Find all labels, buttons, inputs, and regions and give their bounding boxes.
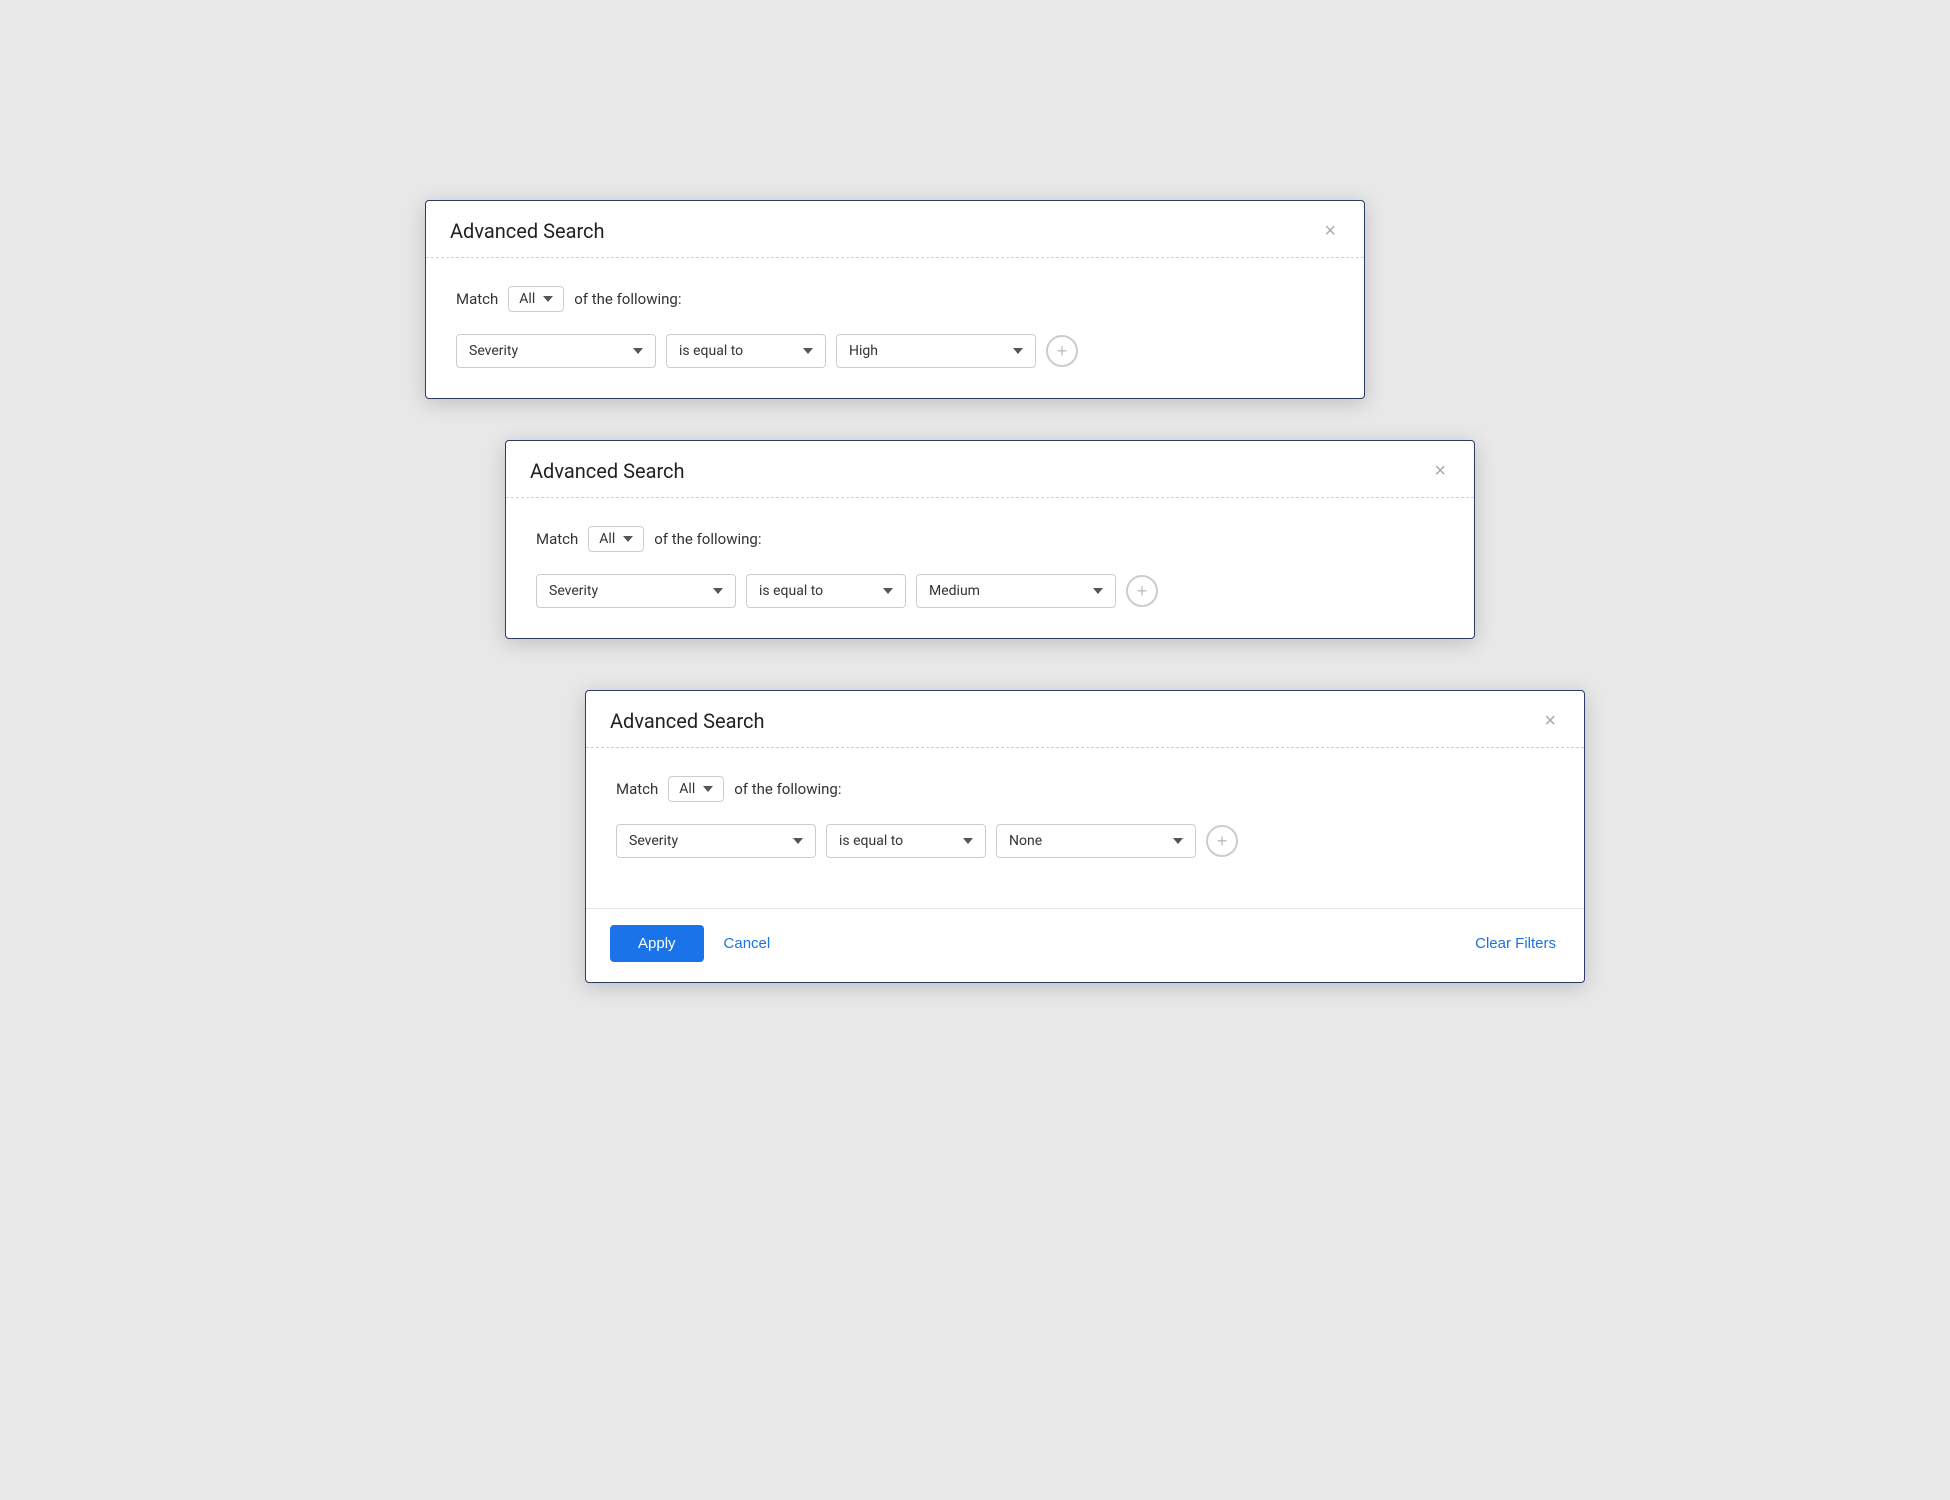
value-front: None: [1009, 833, 1042, 849]
add-icon-mid: +: [1137, 582, 1148, 600]
operator-chevron-mid: [883, 588, 893, 594]
match-value-front: All: [679, 781, 695, 797]
dialog-title-front: Advanced Search: [610, 709, 765, 733]
of-following-back: of the following:: [574, 290, 681, 308]
dialog-header-back: Advanced Search ×: [426, 201, 1364, 258]
value-chevron-mid: [1093, 588, 1103, 594]
match-select-mid[interactable]: All: [588, 526, 644, 552]
of-following-mid: of the following:: [654, 530, 761, 548]
add-icon-back: +: [1057, 342, 1068, 360]
dialog-back: Advanced Search × Match All of the follo…: [425, 200, 1365, 399]
cancel-button-front[interactable]: Cancel: [720, 925, 775, 962]
dialog-title-mid: Advanced Search: [530, 459, 685, 483]
match-chevron-front: [703, 786, 713, 792]
operator-value-mid: is equal to: [759, 583, 823, 599]
field-chevron-mid: [713, 588, 723, 594]
match-row-front: Match All of the following:: [616, 776, 1554, 802]
field-select-mid[interactable]: Severity: [536, 574, 736, 608]
match-chevron-mid: [623, 536, 633, 542]
field-chevron-back: [633, 348, 643, 354]
operator-chevron-front: [963, 838, 973, 844]
close-button-front[interactable]: ×: [1540, 711, 1560, 731]
value-chevron-front: [1173, 838, 1183, 844]
operator-chevron-back: [803, 348, 813, 354]
match-select-back[interactable]: All: [508, 286, 564, 312]
dialog-footer-front: Apply Cancel Clear Filters: [586, 908, 1584, 982]
value-select-back[interactable]: High: [836, 334, 1036, 368]
field-chevron-front: [793, 838, 803, 844]
operator-select-back[interactable]: is equal to: [666, 334, 826, 368]
dialog-body-mid: Match All of the following: Severity is …: [506, 498, 1474, 638]
value-mid: Medium: [929, 583, 980, 599]
filter-row-back: Severity is equal to High +: [456, 334, 1334, 368]
match-value-mid: All: [599, 531, 615, 547]
field-select-back[interactable]: Severity: [456, 334, 656, 368]
close-button-back[interactable]: ×: [1320, 221, 1340, 241]
field-value-front: Severity: [629, 833, 678, 849]
match-value-back: All: [519, 291, 535, 307]
filter-row-mid: Severity is equal to Medium +: [536, 574, 1444, 608]
value-select-front[interactable]: None: [996, 824, 1196, 858]
add-filter-mid[interactable]: +: [1126, 575, 1158, 607]
match-chevron-back: [543, 296, 553, 302]
value-select-mid[interactable]: Medium: [916, 574, 1116, 608]
match-label-mid: Match: [536, 530, 578, 548]
match-label-back: Match: [456, 290, 498, 308]
close-button-mid[interactable]: ×: [1430, 461, 1450, 481]
value-back: High: [849, 343, 878, 359]
field-select-front[interactable]: Severity: [616, 824, 816, 858]
field-value-mid: Severity: [549, 583, 598, 599]
value-chevron-back: [1013, 348, 1023, 354]
dialog-body-front: Match All of the following: Severity is …: [586, 748, 1584, 888]
dialog-header-front: Advanced Search ×: [586, 691, 1584, 748]
operator-value-back: is equal to: [679, 343, 743, 359]
add-filter-back[interactable]: +: [1046, 335, 1078, 367]
apply-button-front[interactable]: Apply: [610, 925, 704, 962]
operator-select-front[interactable]: is equal to: [826, 824, 986, 858]
match-select-front[interactable]: All: [668, 776, 724, 802]
dialog-body-back: Match All of the following: Severity is …: [426, 258, 1364, 398]
match-label-front: Match: [616, 780, 658, 798]
add-icon-front: +: [1217, 832, 1228, 850]
field-value-back: Severity: [469, 343, 518, 359]
dialog-header-mid: Advanced Search ×: [506, 441, 1474, 498]
dialog-title-back: Advanced Search: [450, 219, 605, 243]
operator-select-mid[interactable]: is equal to: [746, 574, 906, 608]
match-row-mid: Match All of the following:: [536, 526, 1444, 552]
of-following-front: of the following:: [734, 780, 841, 798]
filter-row-front: Severity is equal to None +: [616, 824, 1554, 858]
match-row-back: Match All of the following:: [456, 286, 1334, 312]
dialog-mid: Advanced Search × Match All of the follo…: [505, 440, 1475, 639]
add-filter-front[interactable]: +: [1206, 825, 1238, 857]
clear-filters-button-front[interactable]: Clear Filters: [1471, 925, 1560, 962]
dialog-front: Advanced Search × Match All of the follo…: [585, 690, 1585, 983]
operator-value-front: is equal to: [839, 833, 903, 849]
